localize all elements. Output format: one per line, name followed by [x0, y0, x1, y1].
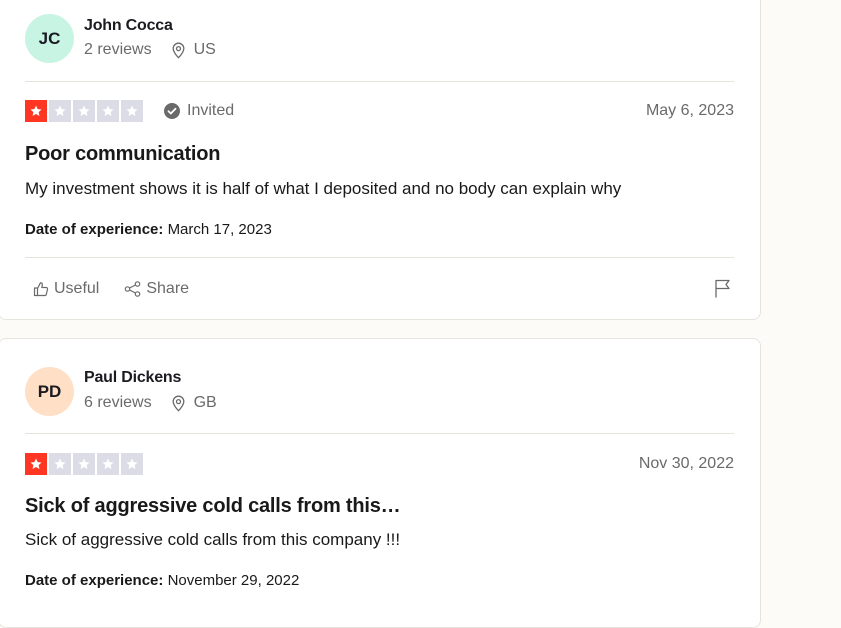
star-rating	[25, 100, 143, 122]
reviews-count: 2 reviews	[84, 41, 152, 58]
share-button[interactable]: Share	[124, 280, 189, 298]
star-rating	[25, 453, 143, 475]
star-empty-icon	[121, 453, 143, 475]
reviewer-meta: 6 reviews GB	[84, 394, 217, 412]
review-date: Nov 30, 2022	[638, 455, 734, 472]
star-empty-icon	[49, 100, 71, 122]
date-of-experience: Date of experience: November 29, 2022	[25, 572, 299, 589]
reviewer-country: US	[193, 41, 216, 58]
review-title[interactable]: Poor communication	[25, 143, 221, 166]
date-of-experience: Date of experience: March 17, 2023	[25, 221, 272, 238]
experience-label: Date of experience:	[25, 572, 164, 589]
star-empty-icon	[49, 453, 71, 475]
star-filled-icon	[25, 453, 47, 475]
report-flag-icon[interactable]	[714, 279, 732, 298]
star-empty-icon	[121, 100, 143, 122]
avatar[interactable]: PD	[25, 367, 74, 416]
invited-label: Invited	[187, 102, 235, 119]
divider	[25, 257, 734, 258]
location-pin-icon	[171, 395, 186, 412]
review-title[interactable]: Sick of aggressive cold calls from this…	[25, 495, 401, 518]
avatar[interactable]: JC	[25, 14, 74, 63]
review-actions: Useful Share	[33, 280, 214, 298]
location-pin-icon	[171, 42, 186, 59]
thumbs-up-icon	[33, 282, 49, 297]
star-filled-icon	[25, 100, 47, 122]
star-empty-icon	[97, 453, 119, 475]
review-card: JC John Cocca 2 reviews US Invited May 6…	[0, 0, 761, 320]
star-empty-icon	[97, 100, 119, 122]
review-card: PD Paul Dickens 6 reviews GB Nov 30, 202…	[0, 338, 761, 628]
invited-badge[interactable]: Invited	[164, 102, 234, 120]
reviews-count: 6 reviews	[84, 394, 152, 411]
experience-date: March 17, 2023	[167, 221, 272, 238]
reviewer-country: GB	[193, 394, 217, 411]
useful-label: Useful	[54, 280, 100, 297]
review-date: May 6, 2023	[645, 102, 734, 119]
star-empty-icon	[73, 453, 95, 475]
experience-label: Date of experience:	[25, 221, 164, 238]
reviewer-meta: 2 reviews US	[84, 41, 216, 59]
reviewer-name[interactable]: John Cocca	[84, 17, 173, 35]
check-circle-icon	[164, 103, 180, 119]
divider	[25, 81, 734, 82]
reviewer-name[interactable]: Paul Dickens	[84, 369, 181, 387]
share-icon	[125, 281, 141, 297]
divider	[25, 433, 734, 434]
star-empty-icon	[73, 100, 95, 122]
useful-button[interactable]: Useful	[33, 280, 99, 298]
review-body: My investment shows it is half of what I…	[25, 179, 622, 198]
review-body: Sick of aggressive cold calls from this …	[25, 530, 401, 549]
share-label: Share	[146, 280, 190, 297]
experience-date: November 29, 2022	[167, 572, 300, 589]
